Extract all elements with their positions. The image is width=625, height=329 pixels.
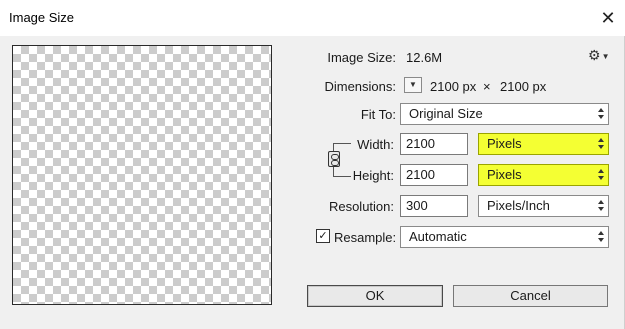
resolution-unit-select[interactable]: Pixels/Inch [478, 195, 609, 217]
select-arrows-icon [598, 199, 604, 213]
height-value: 2100 [406, 167, 435, 182]
cancel-button[interactable]: Cancel [453, 285, 608, 307]
height-label: Height: [352, 168, 394, 183]
dimensions-times: × [483, 79, 491, 94]
height-input[interactable]: 2100 [400, 164, 468, 186]
resolution-label: Resolution: [328, 199, 394, 214]
dimensions-height: 2100 px [500, 79, 547, 94]
select-arrows-icon [598, 168, 604, 182]
height-unit-select[interactable]: Pixels [478, 164, 609, 186]
chevron-down-icon: ▼ [601, 51, 610, 61]
resample-checkbox[interactable]: ✓ [316, 229, 330, 243]
image-size-label: Image Size: [327, 50, 396, 65]
width-input[interactable]: 2100 [400, 133, 468, 155]
link-constrain-icon[interactable] [328, 151, 340, 167]
constrain-bracket-bottom-v [333, 167, 334, 176]
title-bar: Image Size ✕ [0, 0, 625, 36]
image-preview [12, 45, 272, 305]
width-label: Width: [357, 137, 394, 152]
resolution-input[interactable]: 300 [400, 195, 468, 217]
width-unit-select[interactable]: Pixels [478, 133, 609, 155]
width-unit-value: Pixels [487, 136, 522, 151]
fit-to-value: Original Size [409, 106, 483, 121]
fit-to-label: Fit To: [360, 107, 396, 122]
select-arrows-icon [598, 107, 604, 121]
resample-value: Automatic [409, 229, 467, 244]
image-size-dialog: Image Size ✕ Image Size: 12.6M ⚙▼ Dimens… [0, 0, 625, 329]
select-arrows-icon [598, 230, 604, 244]
close-icon[interactable]: ✕ [596, 5, 620, 31]
resample-select[interactable]: Automatic [400, 226, 609, 248]
image-size-value: 12.6M [406, 50, 443, 65]
resolution-value: 300 [406, 198, 428, 213]
dialog-title: Image Size [9, 10, 75, 25]
resolution-unit-value: Pixels/Inch [487, 198, 550, 213]
select-arrows-icon [598, 137, 604, 151]
fit-to-select[interactable]: Original Size [400, 103, 609, 125]
width-value: 2100 [406, 136, 435, 151]
dimensions-width: 2100 px [430, 79, 477, 94]
ok-button[interactable]: OK [307, 285, 443, 307]
gear-icon[interactable]: ⚙▼ [588, 47, 609, 64]
checkmark-icon: ✓ [318, 230, 328, 242]
dimensions-label: Dimensions: [324, 79, 396, 94]
dimensions-units-dropdown[interactable]: ▼ [404, 77, 422, 93]
height-unit-value: Pixels [487, 167, 522, 182]
resample-label: Resample: [334, 230, 397, 245]
